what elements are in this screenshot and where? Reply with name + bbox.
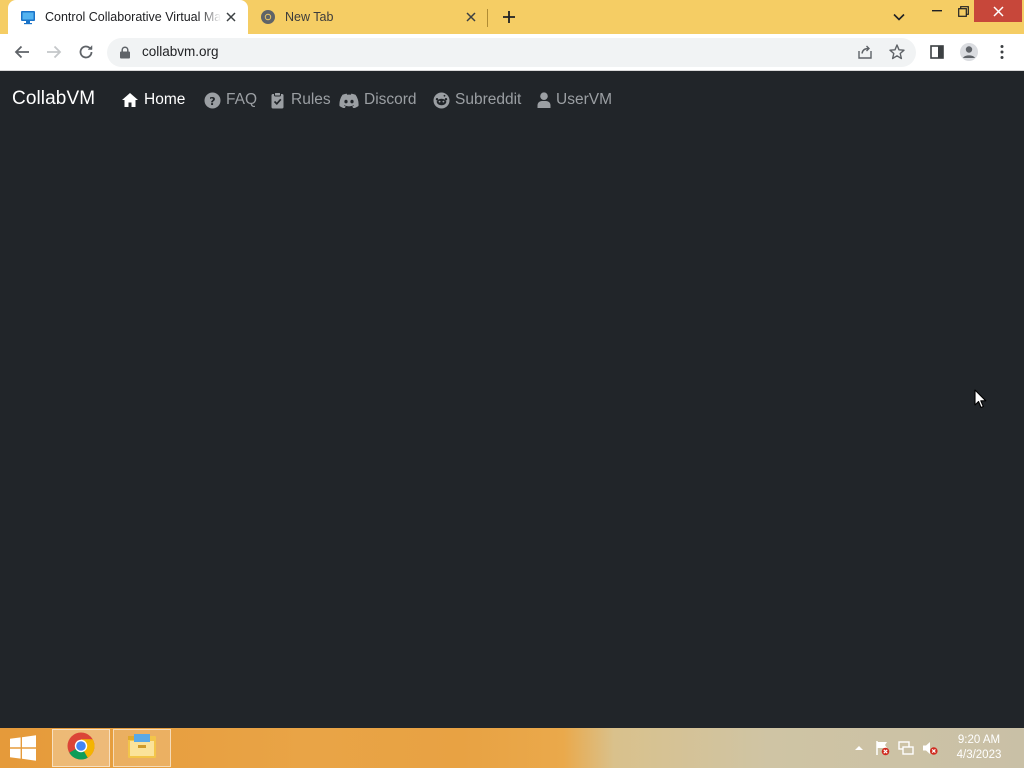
- nav-rules[interactable]: Rules: [268, 90, 331, 110]
- taskbar-chrome[interactable]: [52, 729, 110, 767]
- nav-subreddit[interactable]: Subreddit: [432, 90, 521, 110]
- show-hidden-icons-chevron[interactable]: [851, 740, 867, 756]
- file-explorer-icon: [126, 732, 158, 765]
- browser-toolbar: collabvm.org: [0, 34, 1024, 71]
- nav-faq[interactable]: ? FAQ: [203, 90, 257, 110]
- reload-icon[interactable]: [74, 40, 98, 64]
- home-icon: [121, 91, 139, 109]
- tab-title: New Tab: [285, 10, 334, 24]
- collabvm-page: CollabVM Home ? FAQ Rules Discord Subred…: [0, 71, 1024, 728]
- nav-label: Rules: [291, 91, 331, 108]
- taskbar-file-explorer[interactable]: [113, 729, 171, 767]
- back-arrow-icon[interactable]: [10, 40, 34, 64]
- svg-text:?: ?: [209, 94, 215, 107]
- tab-title: Control Collaborative Virtual Machines: [45, 10, 221, 24]
- discord-icon: [339, 91, 359, 109]
- reddit-icon: [432, 91, 450, 109]
- close-tab-icon[interactable]: [461, 7, 481, 27]
- user-icon: [537, 91, 551, 109]
- tab-new-tab[interactable]: New Tab: [248, 0, 488, 34]
- close-tab-icon[interactable]: [221, 7, 241, 27]
- monitor-icon: [20, 9, 36, 25]
- kebab-menu-icon[interactable]: [990, 40, 1014, 64]
- tab-search-chevron-icon[interactable]: [888, 7, 910, 27]
- profile-avatar-icon[interactable]: [957, 40, 981, 64]
- new-tab-plus-icon[interactable]: [498, 6, 520, 28]
- chrome-icon: [260, 9, 276, 25]
- nav-label: FAQ: [226, 91, 258, 108]
- browser-tab-strip: Control Collaborative Virtual Machines N…: [0, 0, 1024, 34]
- clipboard-check-icon: [268, 91, 286, 109]
- side-panel-icon[interactable]: [925, 40, 949, 64]
- windows-start-icon[interactable]: [6, 734, 40, 762]
- nav-label: UserVM: [556, 91, 612, 108]
- site-navbar: CollabVM Home ? FAQ Rules Discord Subred…: [0, 71, 1024, 127]
- clock-time: 9:20 AM: [957, 734, 1001, 746]
- question-circle-icon: ?: [203, 91, 221, 109]
- nav-label: Home: [144, 91, 186, 108]
- clock-date: 4/3/2023: [956, 749, 1002, 761]
- forward-arrow-icon[interactable]: [42, 40, 66, 64]
- chrome-icon: [66, 731, 96, 766]
- taskbar-clock[interactable]: 9:20 AM 4/3/2023: [948, 733, 1010, 763]
- url-text: collabvm.org: [142, 44, 219, 59]
- nav-uservm[interactable]: UserVM: [537, 90, 612, 110]
- share-icon[interactable]: [856, 43, 874, 61]
- tab-collabvm[interactable]: Control Collaborative Virtual Machines: [8, 0, 248, 34]
- nav-label: Discord: [364, 91, 417, 108]
- nav-label: Subreddit: [455, 91, 522, 108]
- windows-taskbar: 9:20 AM 4/3/2023: [0, 728, 1024, 768]
- bookmark-star-icon[interactable]: [888, 43, 906, 61]
- site-brand[interactable]: CollabVM: [12, 88, 95, 110]
- tab-separator: [487, 9, 488, 27]
- address-bar[interactable]: collabvm.org: [107, 38, 916, 67]
- close-window-icon[interactable]: [974, 0, 1022, 22]
- network-icon[interactable]: [898, 740, 914, 756]
- volume-muted-icon[interactable]: [922, 740, 938, 756]
- nav-discord[interactable]: Discord: [339, 90, 417, 110]
- nav-home[interactable]: Home: [121, 90, 185, 110]
- lock-icon[interactable]: [119, 46, 131, 59]
- mouse-pointer-icon: [974, 389, 988, 409]
- action-center-flag-icon[interactable]: [874, 740, 890, 756]
